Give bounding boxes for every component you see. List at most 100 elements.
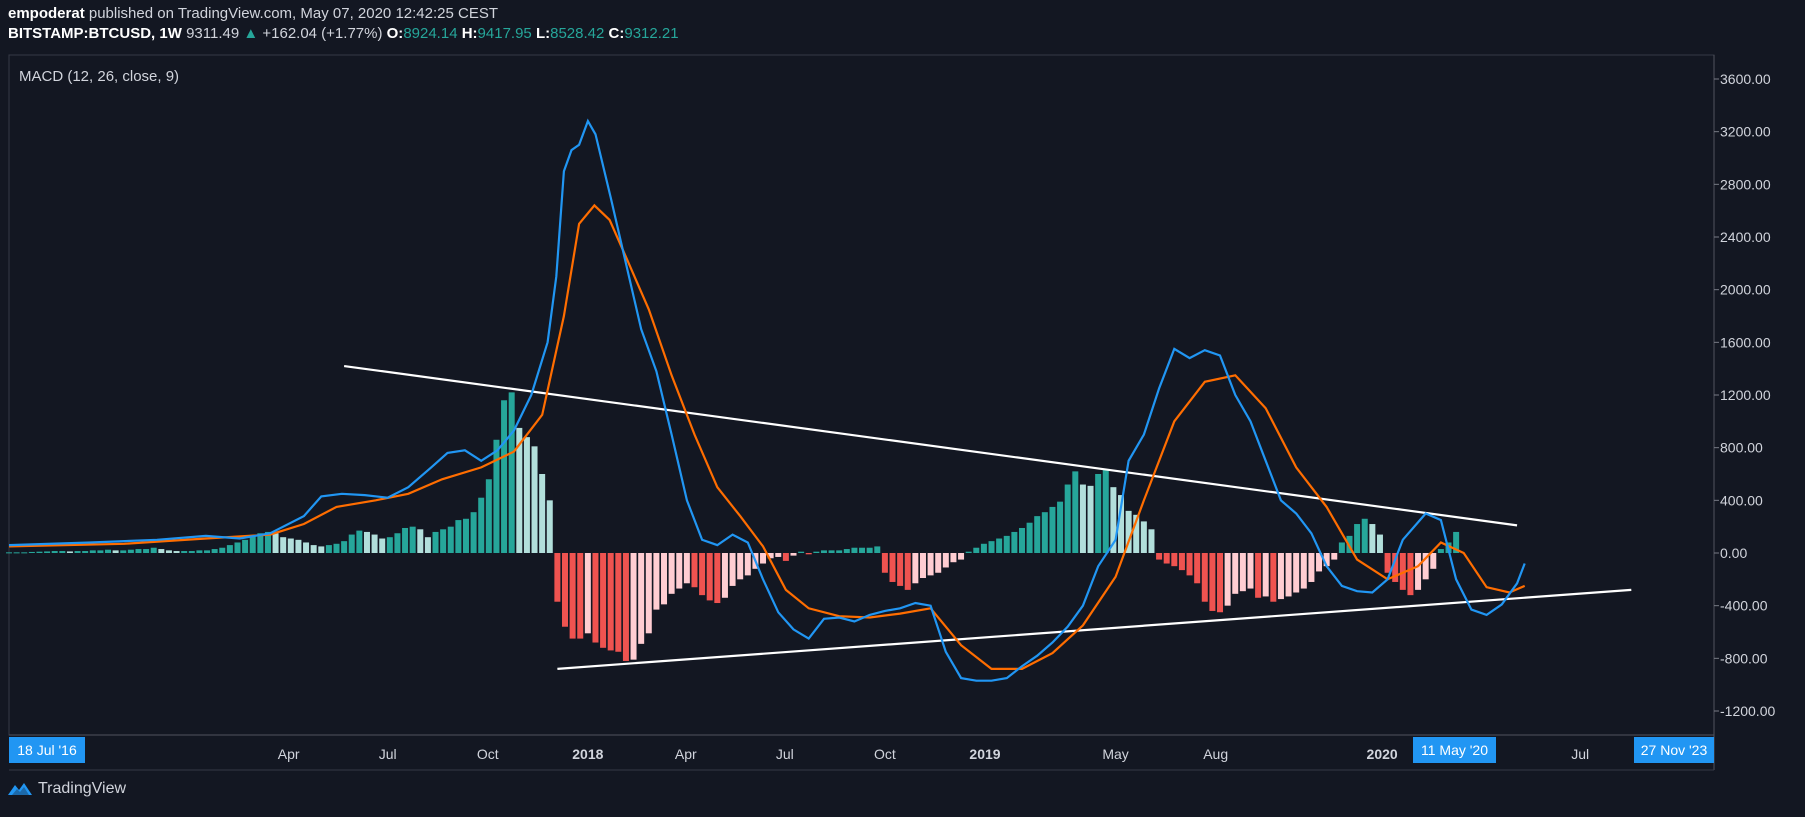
histogram-bar: [13, 552, 20, 554]
histogram-bar: [478, 497, 485, 553]
histogram-bar: [584, 553, 591, 634]
histogram-bar: [28, 551, 35, 553]
histogram-bar: [737, 553, 744, 580]
histogram-bar: [1224, 553, 1231, 606]
histogram-bar: [798, 551, 805, 553]
histogram-bar: [965, 551, 972, 553]
histogram-bar: [402, 527, 409, 553]
histogram-bar: [813, 551, 820, 553]
histogram-bar: [805, 553, 812, 555]
histogram-bar: [828, 550, 835, 553]
histogram-bar: [1285, 553, 1292, 597]
histogram-bar: [1239, 553, 1246, 592]
histogram-bar: [1369, 524, 1376, 553]
time-tick-label: Jul: [379, 746, 397, 762]
histogram-bar: [935, 553, 942, 573]
histogram-bar: [958, 553, 965, 560]
histogram-bar: [1300, 553, 1307, 589]
histogram-bar: [1079, 484, 1086, 553]
histogram-bar: [51, 551, 58, 553]
price-tick-label: 400.00: [1720, 492, 1763, 508]
histogram-bar: [1277, 553, 1284, 600]
histogram-bar: [1308, 553, 1315, 582]
indicator-title[interactable]: MACD (12, 26, close, 9): [19, 68, 179, 85]
histogram-bar: [1293, 553, 1300, 593]
price-tick-label: 2800.00: [1720, 176, 1771, 192]
histogram-bar: [554, 553, 561, 602]
histogram-bar: [371, 534, 378, 553]
price-tick-label: 3200.00: [1720, 124, 1771, 140]
macd-line: [8, 118, 1526, 682]
histogram-bar: [226, 545, 233, 553]
histogram-bar: [881, 553, 888, 573]
histogram-bar: [1430, 553, 1437, 569]
histogram-bar: [546, 500, 553, 553]
histogram-bar: [356, 530, 363, 553]
histogram-bar: [912, 553, 919, 584]
histogram-bar: [676, 553, 683, 589]
histogram-bar: [188, 551, 195, 553]
price-tick-label: 0.00: [1720, 545, 1747, 561]
histogram-bar: [820, 550, 827, 553]
histogram-bar: [942, 553, 949, 568]
histogram-bar: [325, 545, 332, 553]
histogram-bar: [1102, 470, 1109, 553]
histogram-bar: [1049, 506, 1056, 553]
histogram-bar: [973, 547, 980, 553]
histogram-bar: [950, 553, 957, 563]
histogram-bar: [1376, 534, 1383, 553]
histogram-bar: [1384, 553, 1391, 573]
histogram-bar: [1209, 553, 1216, 611]
histogram-bar: [523, 437, 530, 553]
histogram-bar: [409, 526, 416, 553]
histogram-bar: [234, 542, 241, 553]
histogram-bar: [105, 549, 112, 553]
histogram-bar: [120, 550, 127, 553]
histogram-bar: [44, 551, 51, 553]
histogram-bar: [424, 537, 431, 553]
histogram-bar: [173, 551, 180, 553]
histogram-bar: [622, 553, 629, 661]
price-tick-label: 3600.00: [1720, 71, 1771, 87]
histogram-bar: [706, 553, 713, 601]
time-tick-label: Oct: [874, 746, 896, 762]
histogram-bar: [394, 533, 401, 553]
histogram-bar: [714, 553, 721, 604]
histogram-bar: [135, 549, 142, 553]
macd-chart[interactable]: MACD (12, 26, close, 9) 3600.00 3200.00 28…: [0, 0, 1805, 817]
histogram-bar: [1171, 553, 1178, 567]
histogram-bar: [204, 550, 211, 553]
histogram-bar: [249, 535, 256, 553]
histogram-bar: [1178, 553, 1185, 571]
histogram-bar: [889, 553, 896, 582]
price-axis[interactable]: 3600.00 3200.00 2800.00 2400.00 2000.00 1600.…: [1714, 71, 1775, 719]
histogram-bar: [661, 553, 668, 605]
histogram-bar: [1034, 516, 1041, 553]
histogram-bar: [485, 479, 492, 553]
histogram-bar: [127, 549, 134, 553]
histogram-bar: [699, 553, 706, 596]
histogram-bar: [1247, 553, 1254, 589]
histogram-bar: [1156, 553, 1163, 560]
histogram-bar: [112, 550, 119, 553]
time-tick-label: Apr: [278, 746, 300, 762]
histogram-bar: [851, 547, 858, 553]
time-axis-tags: 18 Jul '16 11 May '20 27 Nov '23: [9, 737, 1714, 763]
histogram-bar: [59, 551, 66, 553]
histogram-bar: [462, 518, 469, 553]
histogram-bar: [272, 533, 279, 553]
histogram-bar: [897, 553, 904, 586]
brand-name[interactable]: TradingView: [38, 780, 126, 798]
price-tick-label: 800.00: [1720, 440, 1763, 456]
histogram-bar: [440, 529, 447, 553]
histogram-bar: [1064, 484, 1071, 553]
histogram-bar: [996, 538, 1003, 553]
current-date-tag: 11 May '20: [1421, 742, 1488, 758]
histogram-bar: [592, 553, 599, 643]
price-tick-label: -1200.00: [1720, 703, 1775, 719]
histogram-bar: [165, 550, 172, 553]
price-tick-label: 1600.00: [1720, 334, 1771, 350]
histogram-bar: [1041, 512, 1048, 553]
histogram-bar: [1087, 485, 1094, 553]
histogram-bar: [493, 439, 500, 553]
